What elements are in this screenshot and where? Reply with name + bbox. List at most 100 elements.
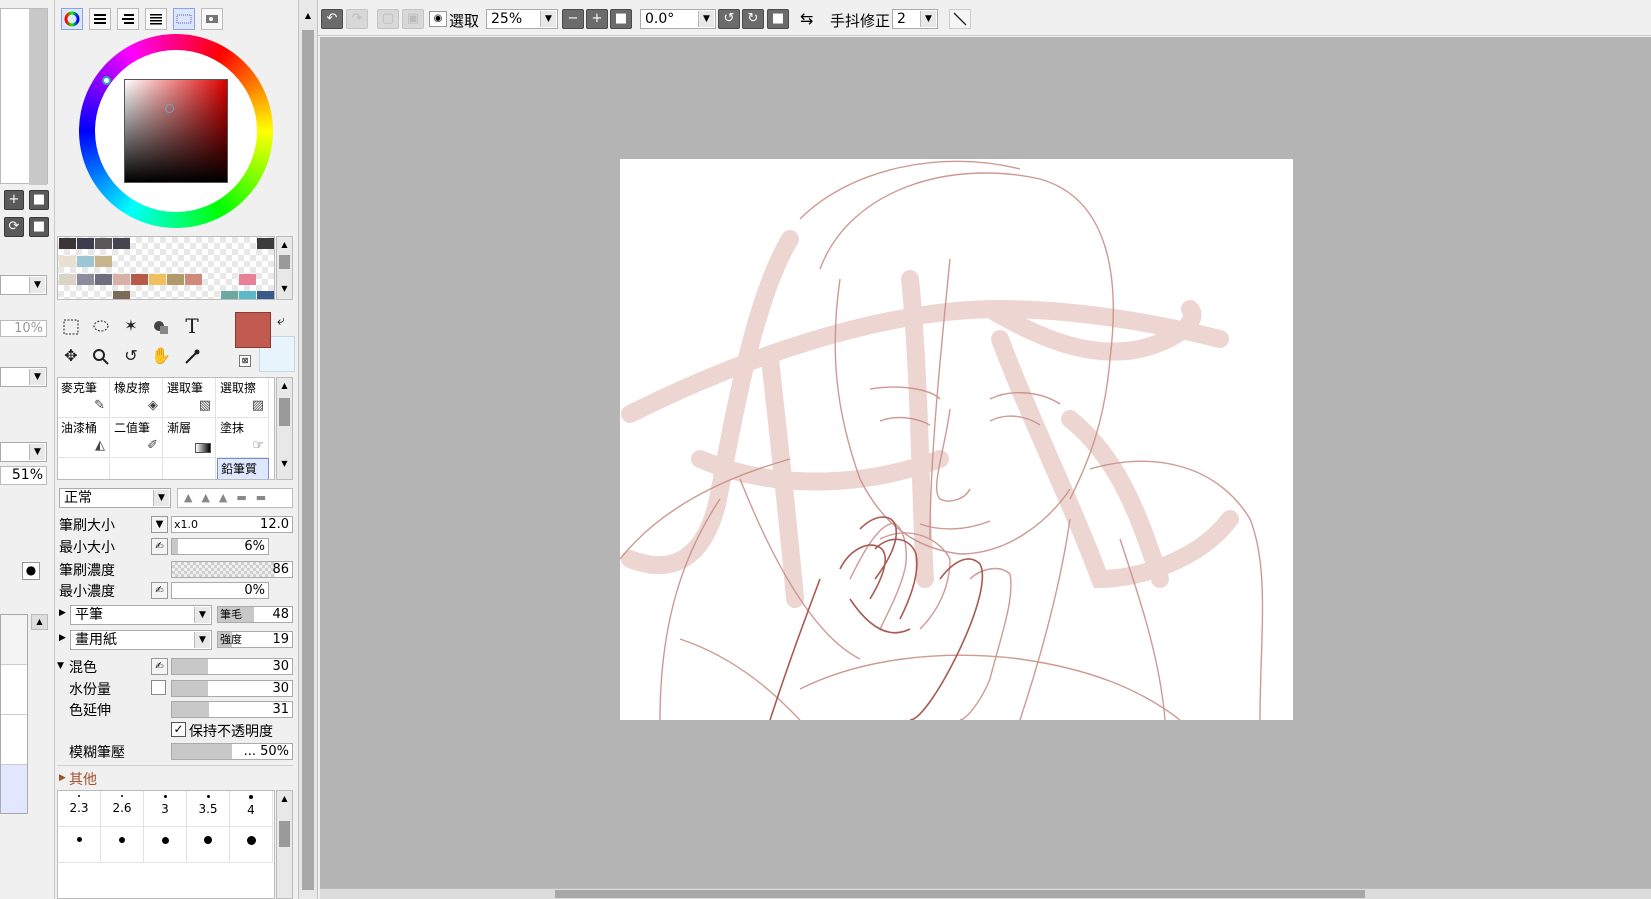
brush-empty[interactable] — [58, 458, 110, 479]
brush-size-preset[interactable]: 4 — [230, 791, 273, 827]
brush-size-preset[interactable]: 3.5 — [187, 791, 230, 827]
palette-swatch[interactable] — [149, 274, 166, 285]
bristle-slider[interactable]: 筆毛 48 — [217, 606, 293, 623]
palette-swatch[interactable] — [239, 274, 256, 285]
expand-arrow-icon[interactable]: ▶ — [59, 608, 66, 618]
shape-icon[interactable] — [147, 313, 175, 341]
other-section-label[interactable]: 其他 — [69, 769, 97, 789]
rotate-tool-icon[interactable]: ↺ — [117, 343, 145, 371]
drawing-canvas[interactable] — [620, 159, 1293, 720]
layer-opacity-field[interactable]: 10% — [0, 320, 47, 337]
pressure-icon[interactable]: ✍ — [151, 582, 168, 599]
palette-swatch[interactable] — [77, 238, 94, 249]
color-palette[interactable] — [57, 236, 275, 300]
panel-scrollbar[interactable]: ▲ — [298, 0, 318, 899]
palette-swatch[interactable] — [59, 238, 76, 249]
navigator-preview[interactable] — [0, 8, 48, 185]
stretch-slider[interactable]: 31 — [171, 701, 293, 718]
brush-tip-shapes[interactable]: ▲▲▲▬▬ — [177, 488, 293, 508]
palette-swatch[interactable] — [185, 274, 202, 285]
palette-swatch[interactable] — [77, 274, 94, 285]
deselect-button[interactable]: ▢ — [377, 9, 399, 29]
palette-swatch[interactable] — [113, 274, 130, 285]
mix-slider[interactable]: 30 — [171, 658, 293, 675]
brush-empty[interactable] — [164, 458, 216, 479]
brush-shape-dropdown[interactable]: 平筆 ▼ — [70, 605, 212, 625]
invert-selection-button[interactable]: ▣ — [402, 9, 424, 29]
brush-gradient[interactable]: 漸層 — [164, 418, 216, 458]
blend-mode-dropdown[interactable]: 正常 ▼ — [59, 488, 171, 508]
brush-size-preset[interactable] — [101, 827, 144, 863]
brush-size-scrollbar[interactable]: ▲ — [276, 790, 293, 899]
canvas-hscrollbar[interactable] — [320, 888, 1651, 899]
palette-swatch[interactable] — [113, 291, 130, 299]
zoom-reset-button[interactable]: ■ — [29, 190, 49, 210]
brush-pencil-texture[interactable]: 鉛筆質感 — [217, 458, 269, 479]
zoom-out-button[interactable]: − — [562, 9, 584, 29]
canvas-area[interactable] — [320, 37, 1651, 899]
palette-swatch[interactable] — [113, 238, 130, 249]
eye-icon[interactable]: ◉ — [429, 11, 447, 27]
expand-arrow-icon[interactable]: ▶ — [59, 633, 66, 643]
rotation-dropdown[interactable]: 0.0° ▼ — [640, 9, 716, 29]
color-wheel[interactable] — [79, 34, 273, 228]
layer-option-dropdown-2[interactable]: ▼ — [0, 442, 47, 462]
stabilizer-dropdown[interactable]: 2 ▼ — [892, 9, 938, 29]
brush-select-pen[interactable]: 選取筆 ▧ — [164, 378, 216, 418]
lasso-icon[interactable] — [87, 313, 115, 341]
expand-arrow-icon[interactable]: ▶ — [59, 773, 66, 783]
palette-scrollbar[interactable]: ▲ ▼ — [276, 236, 293, 300]
size-dropdown-icon[interactable]: ▼ — [151, 516, 168, 533]
rotate-cw-button[interactable]: ↻ — [742, 9, 764, 29]
palette-swatch[interactable] — [131, 274, 148, 285]
palette-swatch[interactable] — [239, 291, 256, 299]
min-density-slider[interactable]: 0% — [171, 582, 269, 599]
blur-slider[interactable]: ... 50% — [171, 743, 293, 760]
magic-wand-icon[interactable]: ✶ — [117, 313, 145, 341]
brush-bucket[interactable]: 油漆桶 ◭ — [58, 418, 110, 458]
brush-size-preset[interactable]: 2.3 — [58, 791, 101, 827]
brush-marker[interactable]: 麥克筆 ✎ — [58, 378, 110, 418]
layer-blend-dropdown[interactable]: ▼ — [0, 275, 47, 295]
brush-select-eraser[interactable]: 選取擦 ▨ — [217, 378, 269, 418]
rect-select-icon[interactable] — [57, 313, 85, 341]
rgb-slider-tab[interactable] — [89, 8, 111, 30]
min-size-slider[interactable]: 6% — [171, 538, 269, 555]
brush-size-preset[interactable] — [230, 827, 273, 863]
layer-option-dropdown[interactable]: ▼ — [0, 367, 47, 387]
eyedropper-icon[interactable] — [178, 343, 206, 371]
rotate-reset-button[interactable]: ■ — [767, 9, 789, 29]
density-slider[interactable]: 86 — [171, 561, 293, 578]
pressure-icon[interactable]: ✍ — [151, 658, 168, 675]
move-icon[interactable]: ✥ — [57, 343, 85, 371]
rotate-button[interactable]: ⟳ — [4, 217, 24, 237]
scratchpad-tab[interactable] — [201, 8, 223, 30]
hand-tool-icon[interactable]: ✋ — [147, 343, 175, 371]
zoom-in-button[interactable]: + — [4, 190, 24, 210]
color-wheel-tab[interactable] — [61, 8, 83, 30]
palette-swatch[interactable] — [95, 274, 112, 285]
zoom-reset-button[interactable]: ■ — [610, 9, 632, 29]
undo-button[interactable]: ↶ — [321, 9, 343, 29]
brush-binary-pen[interactable]: 二值筆 ✐ — [111, 418, 163, 458]
layer-percent-field[interactable]: 51% — [0, 466, 47, 485]
collapse-arrow-icon[interactable]: ▼ — [57, 661, 64, 671]
keep-opacity-checkbox[interactable]: ✓ — [171, 722, 186, 737]
palette-swatch[interactable] — [257, 291, 274, 299]
palette-swatch[interactable] — [95, 256, 112, 267]
brush-size-preset[interactable]: 3 — [144, 791, 187, 827]
brush-grid-scrollbar[interactable]: ▲ ▼ — [276, 377, 293, 480]
zoom-dropdown[interactable]: 25% ▼ — [486, 9, 558, 29]
flip-horizontal-icon[interactable]: ⇆ — [800, 9, 813, 28]
layer-visible-icon[interactable]: ● — [22, 562, 40, 580]
brush-empty[interactable] — [111, 458, 163, 479]
strength-slider[interactable]: 強度 19 — [217, 631, 293, 648]
layer-scroll-up-icon[interactable]: ▲ — [31, 614, 48, 630]
zoom-tool-icon[interactable] — [87, 343, 115, 371]
brush-size-preset[interactable] — [187, 827, 230, 863]
palette-swatch[interactable] — [95, 238, 112, 249]
mixer-tab[interactable] — [145, 8, 167, 30]
palette-swatch[interactable] — [257, 238, 274, 249]
brush-smudge[interactable]: 塗抹 ☞ — [217, 418, 269, 458]
text-tool-icon[interactable]: T — [178, 313, 206, 341]
